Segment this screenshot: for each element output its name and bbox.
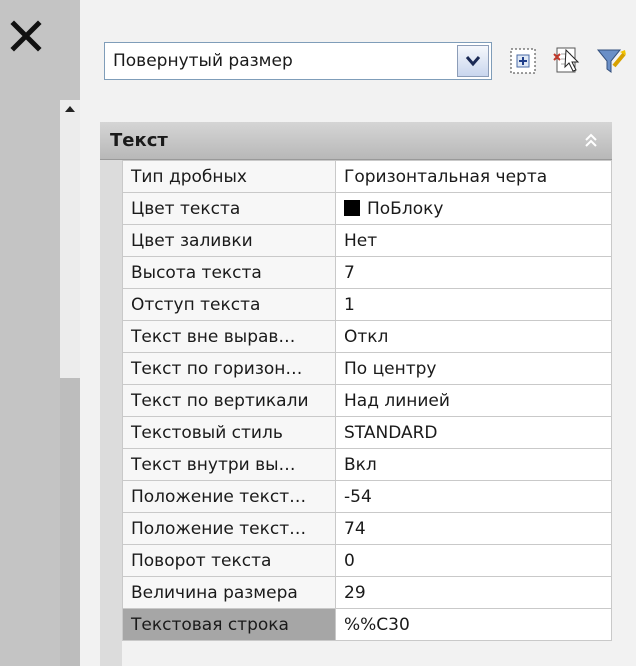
property-row[interactable]: Текст вне вырав… Откл [122, 320, 612, 353]
close-icon[interactable] [8, 18, 48, 58]
property-name[interactable]: Поворот текста [122, 544, 336, 577]
property-name[interactable]: Отступ текста [122, 288, 336, 321]
property-row[interactable]: Цвет текста ПоБлоку [122, 192, 612, 225]
property-value[interactable]: Откл [335, 320, 612, 353]
property-value[interactable]: 74 [335, 512, 612, 545]
property-value[interactable]: Вкл [335, 448, 612, 481]
property-value[interactable]: ПоБлоку [335, 192, 612, 225]
property-value-text: -54 [344, 486, 372, 507]
property-value[interactable]: Над линией [335, 384, 612, 417]
property-value-text: Над линией [344, 390, 450, 411]
chevron-up-icon[interactable] [60, 100, 80, 120]
object-type-value: Повернутый размер [113, 51, 293, 71]
double-chevron-up-icon[interactable] [582, 132, 600, 150]
property-row[interactable]: Высота текста 7 [122, 256, 612, 289]
property-value-text: 1 [344, 294, 355, 315]
vertical-scrollbar[interactable] [60, 100, 80, 666]
property-value[interactable]: STANDARD [335, 416, 612, 449]
property-value-text: Нет [344, 230, 378, 251]
dropdown-button[interactable] [457, 45, 489, 77]
property-name[interactable]: Текст по вертикали [122, 384, 336, 417]
property-name[interactable]: Положение текст… [122, 480, 336, 513]
property-value-text: STANDARD [344, 422, 438, 443]
property-value-text: Горизонтальная черта [344, 166, 548, 187]
property-name[interactable]: Цвет текста [122, 192, 336, 225]
property-name[interactable]: Текст по горизон… [122, 352, 336, 385]
pickadd-icon[interactable] [504, 42, 542, 80]
property-value[interactable]: 1 [335, 288, 612, 321]
chevron-down-icon [465, 56, 481, 67]
property-value-text: Вкл [344, 454, 377, 475]
section-header[interactable]: Текст [100, 122, 612, 160]
object-type-dropdown[interactable]: Повернутый размер [104, 42, 492, 80]
property-value-text: ПоБлоку [367, 198, 444, 219]
select-objects-icon[interactable] [548, 42, 586, 80]
property-value[interactable]: Горизонтальная черта [335, 160, 612, 193]
property-row[interactable]: Тип дробных Горизонтальная черта [122, 160, 612, 193]
quick-select-icon[interactable] [592, 42, 630, 80]
property-value[interactable]: 7 [335, 256, 612, 289]
property-row[interactable]: Положение текст… -54 [122, 480, 612, 513]
property-name[interactable]: Текст вне вырав… [122, 320, 336, 353]
property-row[interactable]: Отступ текста 1 [122, 288, 612, 321]
property-name[interactable]: Текст внутри вы… [122, 448, 336, 481]
section-title: Текст [110, 130, 168, 151]
property-table: Тип дробных Горизонтальная черта Цвет текс… [122, 160, 612, 641]
property-name[interactable]: Текстовый стиль [122, 416, 336, 449]
property-row[interactable]: Величина размера 29 [122, 576, 612, 609]
property-value-text: 74 [344, 518, 366, 539]
property-value-text: По центру [344, 358, 437, 379]
property-value-text: 7 [344, 262, 355, 283]
property-name[interactable]: Высота текста [122, 256, 336, 289]
property-name[interactable]: Текстовая строка [122, 608, 336, 641]
property-row[interactable]: Текст внутри вы… Вкл [122, 448, 612, 481]
property-value-text: Откл [344, 326, 389, 347]
property-row[interactable]: Текст по горизон… По центру [122, 352, 612, 385]
property-row[interactable]: Поворот текста 0 [122, 544, 612, 577]
color-swatch [344, 199, 360, 216]
property-name[interactable]: Тип дробных [122, 160, 336, 193]
property-row[interactable]: Положение текст… 74 [122, 512, 612, 545]
scrollbar-thumb[interactable] [60, 378, 80, 666]
property-value[interactable]: По центру [335, 352, 612, 385]
property-row[interactable]: Цвет заливки Нет [122, 224, 612, 257]
property-value[interactable]: Нет [335, 224, 612, 257]
property-value-text: %%C30 [344, 614, 410, 635]
property-row[interactable]: Текстовая строка %%C30 [122, 608, 612, 641]
properties-section: Текст Тип дробных Горизонтальная черта Цве… [100, 122, 612, 666]
property-row[interactable]: Текст по вертикали Над линией [122, 384, 612, 417]
property-value-text: 29 [344, 582, 366, 603]
property-name[interactable]: Положение текст… [122, 512, 336, 545]
property-value-text: 0 [344, 550, 355, 571]
property-row[interactable]: Текстовый стиль STANDARD [122, 416, 612, 449]
palette-sidebar [0, 0, 80, 666]
property-value[interactable]: 29 [335, 576, 612, 609]
property-name[interactable]: Цвет заливки [122, 224, 336, 257]
property-value[interactable]: %%C30 [335, 608, 612, 641]
property-value[interactable]: -54 [335, 480, 612, 513]
property-name[interactable]: Величина размера [122, 576, 336, 609]
section-gutter [100, 160, 122, 666]
property-value[interactable]: 0 [335, 544, 612, 577]
